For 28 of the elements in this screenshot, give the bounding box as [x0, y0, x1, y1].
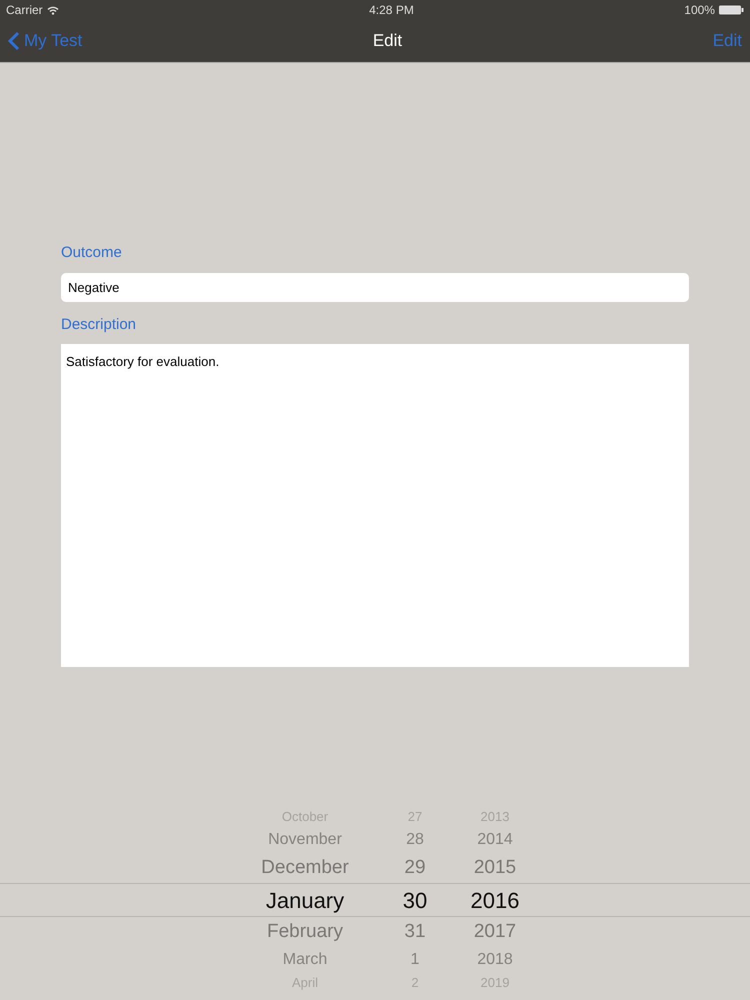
- chevron-left-icon: [8, 31, 20, 51]
- outcome-label: Outcome: [61, 243, 123, 263]
- month-option[interactable]: January: [266, 888, 344, 912]
- month-option[interactable]: March: [282, 951, 328, 968]
- description-label: Description: [61, 315, 138, 335]
- battery-icon: [718, 5, 744, 15]
- edit-button[interactable]: Edit: [712, 28, 742, 54]
- nav-title: Edit: [372, 30, 402, 52]
- day-option[interactable]: 1: [410, 951, 420, 968]
- year-option[interactable]: 2017: [474, 920, 516, 942]
- back-button[interactable]: My Test: [8, 28, 82, 54]
- month-option[interactable]: December: [261, 856, 349, 878]
- wifi-icon: [46, 6, 59, 14]
- day-option[interactable]: 31: [404, 920, 426, 942]
- day-option[interactable]: 28: [406, 831, 424, 848]
- battery-label: 100%: [684, 2, 715, 19]
- year-option[interactable]: 2015: [474, 856, 516, 878]
- year-option[interactable]: 2018: [477, 951, 513, 968]
- day-option[interactable]: 30: [402, 888, 428, 912]
- month-option[interactable]: November: [268, 831, 342, 848]
- clock-label: 4:28 PM: [369, 2, 414, 19]
- year-option[interactable]: 2016: [470, 888, 520, 912]
- month-option[interactable]: February: [266, 920, 344, 942]
- year-option[interactable]: 2014: [477, 831, 513, 848]
- day-option[interactable]: 29: [404, 856, 426, 878]
- carrier-label: Carrier: [6, 2, 43, 19]
- description-field[interactable]: Satisfactory for evaluation.: [61, 344, 689, 667]
- outcome-field[interactable]: Negative: [61, 273, 689, 302]
